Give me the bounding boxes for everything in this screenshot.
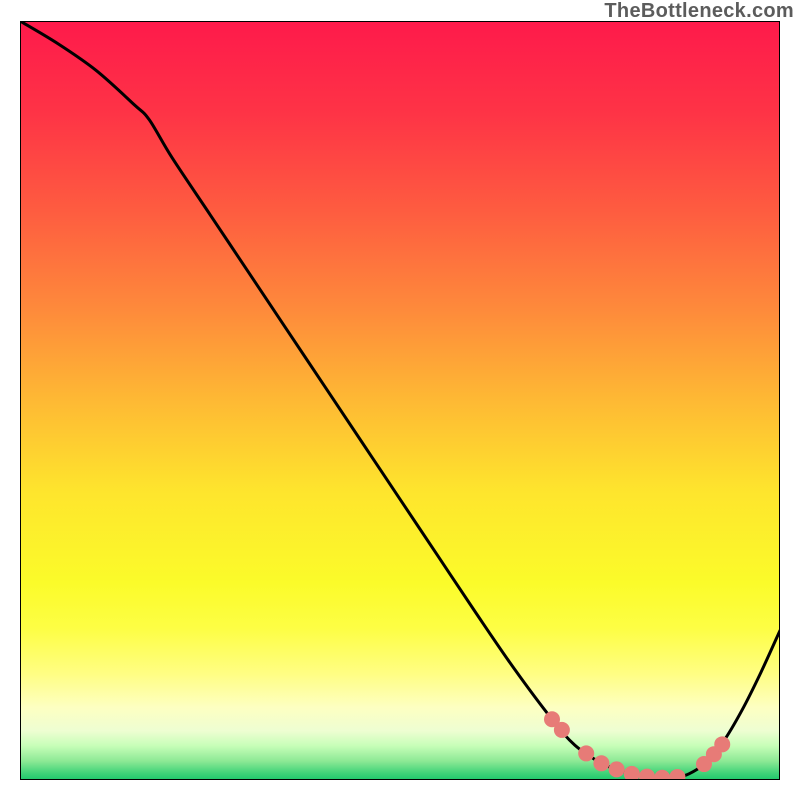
data-dot [554, 722, 570, 738]
data-dot [593, 755, 609, 771]
gradient-background [20, 21, 780, 780]
watermark-text: TheBottleneck.com [604, 0, 794, 23]
data-dot [609, 761, 625, 777]
plot-area [20, 21, 780, 780]
chart-container: TheBottleneck.com [0, 0, 800, 800]
data-dot [714, 736, 730, 752]
data-dot [578, 745, 594, 761]
bottleneck-chart-svg [20, 21, 780, 780]
